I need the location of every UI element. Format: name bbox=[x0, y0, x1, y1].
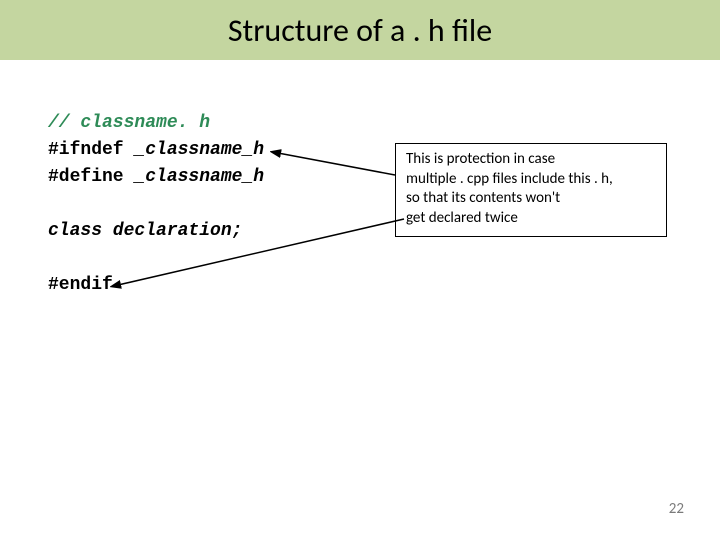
ifndef-directive: #ifndef bbox=[48, 140, 134, 160]
callout-box: This is protection in case multiple . cp… bbox=[395, 143, 667, 237]
code-ifndef: #ifndef _classname_h bbox=[48, 137, 264, 164]
callout-line2: multiple . cpp files include this . h, bbox=[406, 170, 656, 190]
code-blank bbox=[48, 191, 264, 218]
code-blank2 bbox=[48, 245, 264, 272]
page-number: 22 bbox=[669, 500, 684, 518]
page-title: Structure of a . h file bbox=[228, 11, 492, 50]
code-comment: // classname. h bbox=[48, 110, 264, 137]
ifndef-guard: _classname_h bbox=[134, 140, 264, 160]
arrow-top bbox=[270, 145, 400, 185]
code-block: // classname. h #ifndef _classname_h #de… bbox=[48, 110, 264, 299]
define-guard: _classname_h bbox=[134, 167, 264, 187]
callout-line4: get declared twice bbox=[406, 209, 656, 229]
code-class-decl: class declaration; bbox=[48, 218, 264, 245]
callout-line3: so that its contents won't bbox=[406, 189, 656, 209]
code-define: #define _classname_h bbox=[48, 164, 264, 191]
define-directive: #define bbox=[48, 167, 134, 187]
callout-line1: This is protection in case bbox=[406, 150, 656, 170]
title-bar: Structure of a . h file bbox=[0, 0, 720, 60]
code-endif: #endif bbox=[48, 272, 264, 299]
